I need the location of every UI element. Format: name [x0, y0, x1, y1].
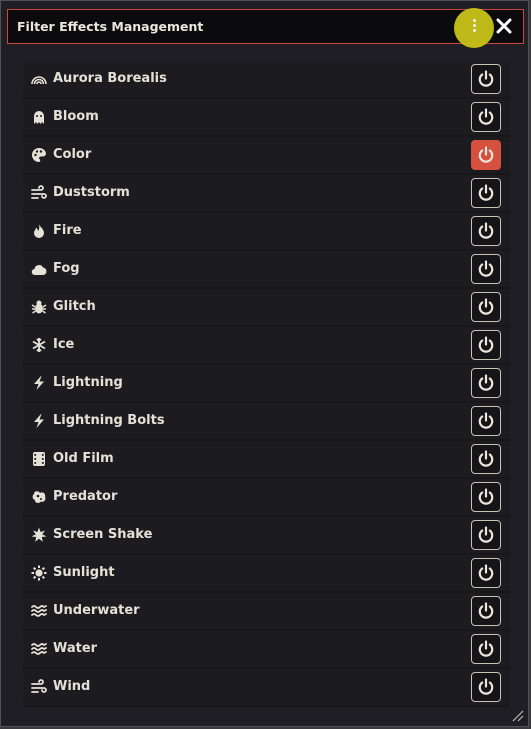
filter-label: Fog [53, 261, 80, 276]
filter-row: Predator [23, 479, 510, 515]
ghost-icon [31, 109, 47, 125]
sun-icon [31, 565, 47, 581]
filter-label: Screen Shake [53, 527, 153, 542]
power-icon [478, 564, 494, 581]
power-toggle-button[interactable] [471, 482, 501, 512]
film-icon [31, 451, 47, 467]
power-icon [478, 184, 494, 201]
filter-row: Lightning Bolts [23, 403, 510, 439]
filter-label: Aurora Borealis [53, 71, 167, 86]
filter-label: Lightning Bolts [53, 413, 165, 428]
bolt-icon [31, 375, 47, 391]
filter-label: Predator [53, 489, 118, 504]
power-icon [478, 678, 494, 695]
fire-icon [31, 223, 47, 239]
power-toggle-button[interactable] [471, 254, 501, 284]
power-icon [478, 336, 494, 353]
power-icon [478, 260, 494, 277]
power-toggle-button[interactable] [471, 140, 501, 170]
power-toggle-button[interactable] [471, 64, 501, 94]
water-icon [31, 603, 47, 619]
power-toggle-button[interactable] [471, 596, 501, 626]
power-icon [478, 70, 494, 87]
disease-icon [31, 489, 47, 505]
power-icon [478, 108, 494, 125]
power-icon [478, 146, 494, 163]
burst-icon [31, 527, 47, 543]
power-icon [478, 602, 494, 619]
power-toggle-button[interactable] [471, 672, 501, 702]
rainbow-icon [31, 71, 47, 87]
filter-row: Fire [23, 213, 510, 249]
power-toggle-button[interactable] [471, 406, 501, 436]
wind-icon [31, 185, 47, 201]
power-toggle-button[interactable] [471, 558, 501, 588]
filter-label: Old Film [53, 451, 114, 466]
menu-button[interactable] [454, 8, 494, 48]
power-icon [478, 412, 494, 429]
close-icon [496, 18, 512, 34]
filter-label: Wind [53, 679, 91, 694]
filter-label: Sunlight [53, 565, 115, 580]
filter-label: Fire [53, 223, 82, 238]
power-icon [478, 298, 494, 315]
filter-row: Fog [23, 251, 510, 287]
power-toggle-button[interactable] [471, 292, 501, 322]
power-toggle-button[interactable] [471, 178, 501, 208]
power-toggle-button[interactable] [471, 634, 501, 664]
filter-list: Aurora Borealis Bloom Color Duststorm Fire Fo… [23, 61, 510, 707]
power-toggle-button[interactable] [471, 368, 501, 398]
bug-icon [31, 299, 47, 315]
title-bar[interactable]: Filter Effects Management [7, 8, 524, 48]
filter-label: Bloom [53, 109, 99, 124]
filter-row: Sunlight [23, 555, 510, 591]
filter-row: Glitch [23, 289, 510, 325]
filter-row: Ice [23, 327, 510, 363]
filter-label: Lightning [53, 375, 123, 390]
filter-row: Screen Shake [23, 517, 510, 553]
filter-row: Aurora Borealis [23, 61, 510, 97]
resize-handle[interactable] [509, 707, 525, 723]
filter-row: Underwater [23, 593, 510, 629]
filter-row: Old Film [23, 441, 510, 477]
power-toggle-button[interactable] [471, 330, 501, 360]
power-icon [478, 222, 494, 239]
power-icon [478, 640, 494, 657]
snowflake-icon [31, 337, 47, 353]
filter-label: Underwater [53, 603, 140, 618]
power-toggle-button[interactable] [471, 444, 501, 474]
filter-label: Ice [53, 337, 75, 352]
filter-row: Duststorm [23, 175, 510, 211]
power-toggle-button[interactable] [471, 216, 501, 246]
window-title: Filter Effects Management [17, 19, 204, 34]
cloud-icon [31, 261, 47, 277]
power-toggle-button[interactable] [471, 520, 501, 550]
filter-label: Water [53, 641, 98, 656]
filter-row: Color [23, 137, 510, 173]
filter-row: Bloom [23, 99, 510, 135]
power-icon [478, 526, 494, 543]
vertical-dots-icon [471, 19, 477, 37]
power-icon [478, 374, 494, 391]
filter-row: Lightning [23, 365, 510, 401]
filter-label: Duststorm [53, 185, 130, 200]
wind-icon [31, 679, 47, 695]
power-toggle-button[interactable] [471, 102, 501, 132]
palette-icon [31, 147, 47, 163]
filter-label: Color [53, 147, 92, 162]
filter-row: Water [23, 631, 510, 667]
filter-label: Glitch [53, 299, 96, 314]
filter-effects-window: Filter Effects Management Aurora Boreali… [0, 0, 529, 727]
filter-row: Wind [23, 669, 510, 705]
power-icon [478, 450, 494, 467]
water-icon [31, 641, 47, 657]
bolt-icon [31, 413, 47, 429]
close-button[interactable] [494, 16, 514, 36]
power-icon [478, 488, 494, 505]
